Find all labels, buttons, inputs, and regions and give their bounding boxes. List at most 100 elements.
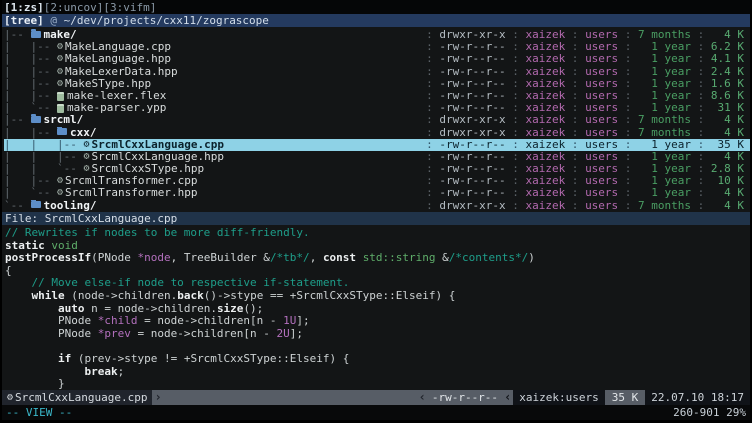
code-token: // Rewrites if nodes to be more diff-fri… bbox=[5, 226, 310, 239]
code-token: ( bbox=[91, 251, 98, 264]
col-sep: : bbox=[691, 53, 711, 65]
col-size: 4 K bbox=[711, 187, 744, 199]
code-token: ]; bbox=[296, 314, 309, 327]
file-name: SrcmlTransformer.hpp bbox=[65, 187, 197, 199]
tree-row[interactable]: `-- tooling/ : drwxr-xr-x : xaizek : use… bbox=[4, 200, 750, 212]
tree-row[interactable]: | |-- ⚙SrcmlTransformer.cpp : -rw-r--r--… bbox=[4, 175, 750, 187]
tree-row[interactable]: | |-- cxx/ : drwxr-xr-x : xaizek : users… bbox=[4, 127, 750, 139]
col-user: xaizek bbox=[525, 53, 565, 65]
tree-row-name-cell: | |-- ⚙SrcmlTransformer.cpp bbox=[4, 175, 419, 187]
code-token: *node bbox=[137, 251, 170, 264]
col-sep: : bbox=[618, 53, 638, 65]
status-permissions: -rw-r--r-- bbox=[428, 391, 502, 404]
col-sep: : bbox=[419, 114, 439, 126]
col-size: 4 K bbox=[711, 200, 744, 212]
col-sep: : bbox=[506, 127, 526, 139]
file-name: SrcmlTransformer.cpp bbox=[65, 175, 197, 187]
tmux-window-2[interactable]: [2:uncov] bbox=[44, 1, 104, 14]
code-token: back bbox=[177, 289, 204, 302]
tree-row[interactable]: | |-- ⚙MakeSType.hpp : -rw-r--r-- : xaiz… bbox=[4, 78, 750, 90]
code-token: break bbox=[84, 365, 117, 378]
terminal: [1:zs][2:uncov][3:vifm] [tree] @ ~/dev/p… bbox=[2, 0, 750, 420]
col-group: users bbox=[585, 187, 618, 199]
code-token: (prev->stype != +SrcmlCxxSType::Elseif) … bbox=[71, 352, 349, 365]
tree-branch: | |-- bbox=[4, 41, 57, 53]
col-sep: : bbox=[691, 200, 711, 212]
code-token: std::string bbox=[363, 251, 436, 264]
gear-icon: ⚙ bbox=[7, 392, 13, 403]
code-token bbox=[5, 302, 58, 315]
tree-row[interactable]: | |-- make-lexer.flex : -rw-r--r-- : xai… bbox=[4, 90, 750, 102]
tree-row[interactable]: | |-- ⚙MakeLanguage.hpp : -rw-r--r-- : x… bbox=[4, 53, 750, 65]
status-datetime: 22.07.10 18:17 bbox=[645, 390, 750, 405]
preview-file-header: File: SrcmlCxxLanguage.cpp bbox=[2, 212, 750, 225]
tree-branch: | |-- bbox=[4, 127, 57, 139]
col-sep: : bbox=[565, 187, 585, 199]
col-sep: : bbox=[618, 187, 638, 199]
code-token: while bbox=[32, 289, 65, 302]
file-name: MakeSType.hpp bbox=[65, 78, 151, 90]
code-token: const bbox=[323, 251, 356, 264]
col-date: 1 year bbox=[638, 187, 691, 199]
chevron-right-icon: › bbox=[152, 390, 163, 405]
tree-branch: | |-- bbox=[4, 175, 57, 187]
col-sep: : bbox=[506, 187, 526, 199]
current-directory-path: ~/dev/projects/cxx11/zograscope bbox=[64, 14, 269, 27]
code-token: if bbox=[58, 352, 71, 365]
tree-branch: | `-- bbox=[4, 102, 57, 114]
chevron-left-icon: ‹ bbox=[417, 390, 428, 405]
col-sep: : bbox=[506, 200, 526, 212]
col-sep: : bbox=[419, 66, 439, 78]
tree-row[interactable]: |-- srcml/ : drwxr-xr-x : xaizek : users… bbox=[4, 114, 750, 126]
gear-icon: ⚙ bbox=[57, 175, 63, 187]
col-sep: : bbox=[618, 200, 638, 212]
tree-branch: | |-- bbox=[4, 90, 57, 102]
tree-row[interactable]: | `-- ⚙SrcmlTransformer.hpp : -rw-r--r--… bbox=[4, 187, 750, 199]
tmux-status-bar: [1:zs][2:uncov][3:vifm] bbox=[2, 0, 750, 14]
tmux-window-1[interactable]: [1:zs] bbox=[4, 1, 44, 14]
code-line: // Rewrites if nodes to be more diff-fri… bbox=[5, 227, 750, 240]
folder-icon bbox=[31, 116, 41, 123]
code-token: PNode bbox=[5, 327, 98, 340]
code-token: ; bbox=[118, 365, 125, 378]
code-token: size bbox=[217, 302, 244, 315]
tree-row[interactable]: | |-- ⚙MakeLanguage.cpp : -rw-r--r-- : x… bbox=[4, 41, 750, 53]
tree-row-name-cell: |-- srcml/ bbox=[4, 114, 419, 126]
code-token: *prev bbox=[98, 327, 131, 340]
file-name: make-lexer.flex bbox=[67, 90, 166, 102]
file-icon bbox=[57, 104, 64, 113]
col-user: xaizek bbox=[525, 114, 565, 126]
code-token: void bbox=[51, 239, 78, 252]
tree-branch: `-- bbox=[4, 200, 31, 212]
col-sep: : bbox=[565, 66, 585, 78]
col-sep: : bbox=[691, 114, 711, 126]
col-sep: : bbox=[419, 200, 439, 212]
col-group: users bbox=[585, 53, 618, 65]
tree-row[interactable]: |-- make/ : drwxr-xr-x : xaizek : users … bbox=[4, 29, 750, 41]
gear-icon: ⚙ bbox=[57, 53, 63, 65]
col-sep: : bbox=[419, 187, 439, 199]
tree-row[interactable]: | | |-- ⚙SrcmlCxxLanguage.hpp : -rw-r--r… bbox=[4, 151, 750, 163]
vifm-path-bar: [tree] @ ~/dev/projects/cxx11/zograscope bbox=[2, 14, 750, 27]
tree-branch: | |-- bbox=[4, 78, 57, 90]
tree-row[interactable]: | |-- ⚙MakeLexerData.hpp : -rw-r--r-- : … bbox=[4, 66, 750, 78]
col-sep: : bbox=[419, 53, 439, 65]
code-token: n = node->children. bbox=[84, 302, 216, 315]
col-date: 7 months bbox=[638, 114, 691, 126]
col-sep: : bbox=[618, 114, 638, 126]
code-line: postProcessIf(PNode *node, TreeBuilder &… bbox=[5, 252, 750, 265]
col-group: users bbox=[585, 114, 618, 126]
col-perms: drwxr-xr-x bbox=[439, 114, 505, 126]
col-perms: drwxr-xr-x bbox=[439, 200, 505, 212]
col-sep: : bbox=[565, 200, 585, 212]
status-bar: ⚙ SrcmlCxxLanguage.cpp › ‹ -rw-r--r-- ‹ … bbox=[2, 390, 750, 405]
code-preview: // Rewrites if nodes to be more diff-fri… bbox=[2, 225, 750, 390]
code-token: ()->stype == +SrcmlCxxSType::Elseif) { bbox=[204, 289, 456, 302]
status-file-size: 35 K bbox=[605, 390, 646, 405]
tree-row[interactable]: | | `-- ⚙SrcmlCxxSType.hpp : -rw-r--r-- … bbox=[4, 163, 750, 175]
tree-branch: |-- bbox=[4, 114, 31, 126]
tmux-window-3[interactable]: [3:vifm] bbox=[103, 1, 156, 14]
file-name: make-parser.ypp bbox=[67, 102, 166, 114]
directory-name: srcml/ bbox=[44, 114, 84, 126]
tree-row[interactable]: | | |-- ⚙SrcmlCxxLanguage.cpp : -rw-r--r… bbox=[4, 139, 750, 151]
